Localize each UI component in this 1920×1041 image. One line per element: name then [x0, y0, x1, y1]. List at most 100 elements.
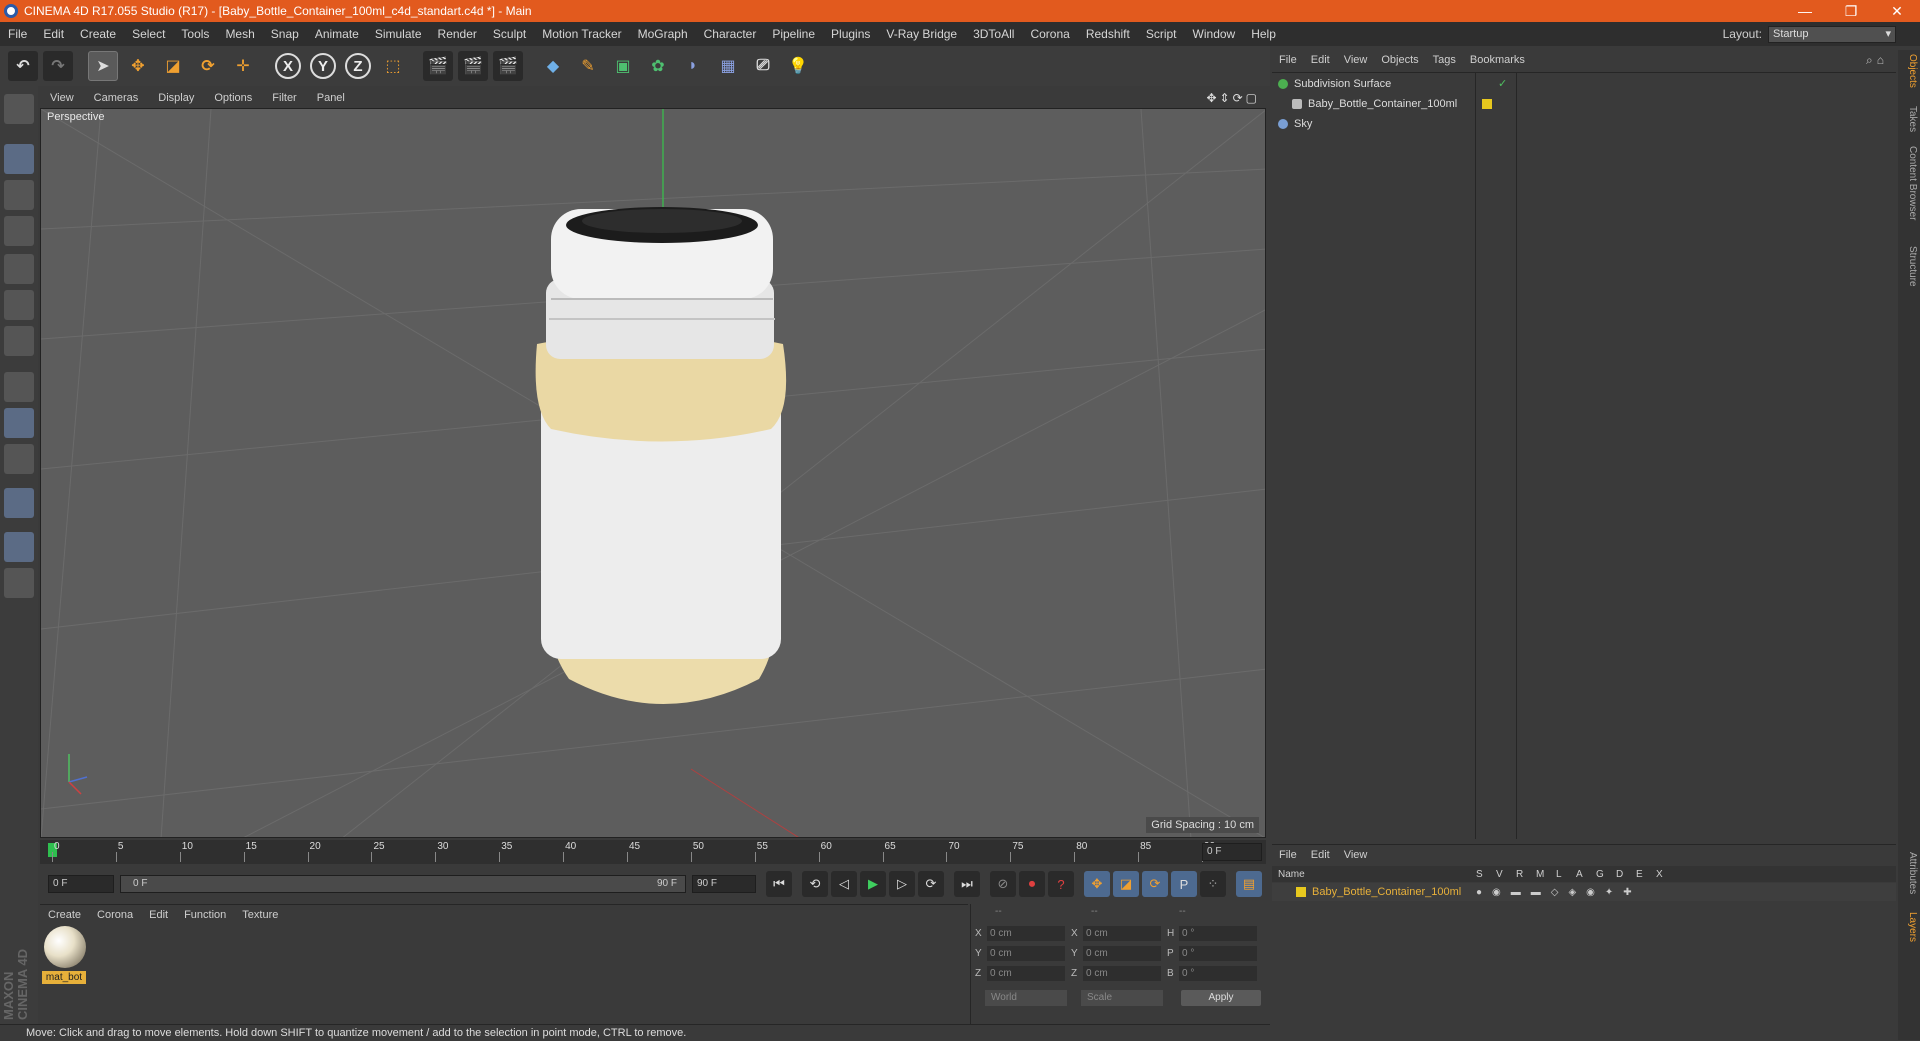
menu-simulate[interactable]: Simulate [367, 27, 430, 41]
apply-button[interactable]: Apply [1181, 990, 1261, 1006]
tab-structure[interactable]: Structure [1900, 246, 1918, 287]
objects-menu-view[interactable]: View [1337, 54, 1375, 66]
current-frame-field[interactable]: 0 F [1202, 843, 1262, 861]
size-z-field[interactable]: 0 cm [1083, 966, 1161, 981]
position-x-field[interactable]: 0 cm [987, 926, 1065, 941]
previous-frame-icon[interactable]: ◁ [831, 871, 857, 897]
render-picture-viewer-icon[interactable]: 🎬 [458, 51, 488, 81]
texture-mode-icon[interactable] [4, 180, 34, 210]
frame-range-slider[interactable]: 0 F 90 F [120, 875, 686, 893]
menu-vray-bridge[interactable]: V-Ray Bridge [878, 27, 965, 41]
rotation-p-field[interactable]: 0 ° [1179, 946, 1257, 961]
layer-row[interactable]: Baby_Bottle_Container_100ml ●◉▬▬◇◈◉✦✚ [1272, 883, 1896, 901]
deformer-icon[interactable]: ◗ [678, 51, 708, 81]
objects-menu-objects[interactable]: Objects [1374, 54, 1425, 66]
floor-environment-icon[interactable]: ▦ [713, 51, 743, 81]
material-menu-create[interactable]: Create [40, 909, 89, 921]
viewport-menu-panel[interactable]: Panel [307, 92, 355, 104]
size-y-field[interactable]: 0 cm [1083, 946, 1161, 961]
menu-3dtoall[interactable]: 3DToAll [965, 27, 1022, 41]
menu-mograph[interactable]: MoGraph [630, 27, 696, 41]
undo-button[interactable]: ↶ [8, 51, 38, 81]
keyframe-selection-icon[interactable]: ? [1048, 871, 1074, 897]
viewport-menu-cameras[interactable]: Cameras [84, 92, 149, 104]
menu-plugins[interactable]: Plugins [823, 27, 878, 41]
select-tool-icon[interactable]: ➤ [88, 51, 118, 81]
key-rotation-icon[interactable]: ⟳ [1142, 871, 1168, 897]
layout-select[interactable]: Startup [1768, 25, 1896, 43]
coordinate-space-select[interactable]: World [985, 990, 1067, 1006]
viewport-navigation-icons[interactable]: ✥⇕⟳▢ [1206, 91, 1266, 105]
end-frame-field[interactable]: 90 F [692, 875, 756, 893]
light-icon[interactable]: 💡 [783, 51, 813, 81]
material-menu-function[interactable]: Function [176, 909, 234, 921]
layers-menu-view[interactable]: View [1337, 849, 1375, 861]
menu-snap[interactable]: Snap [263, 27, 307, 41]
objects-menu-edit[interactable]: Edit [1304, 54, 1337, 66]
size-x-field[interactable]: 0 cm [1083, 926, 1161, 941]
camera-icon[interactable]: ⎚ [748, 51, 778, 81]
layers-menu-file[interactable]: File [1272, 849, 1304, 861]
rotate-tool-icon[interactable]: ⟳ [193, 51, 223, 81]
go-to-start-icon[interactable]: ⏮ [766, 871, 792, 897]
workplane-mode-icon[interactable] [4, 216, 34, 246]
render-settings-icon[interactable]: 🎬 [493, 51, 523, 81]
tab-attributes[interactable]: Attributes [1900, 852, 1918, 894]
planar-workplane-icon[interactable] [4, 568, 34, 598]
menu-edit[interactable]: Edit [35, 27, 72, 41]
menu-window[interactable]: Window [1185, 27, 1244, 41]
last-tool-icon[interactable]: ✛ [228, 51, 258, 81]
key-pla-icon[interactable]: ⁘ [1200, 871, 1226, 897]
key-scale-icon[interactable]: ◪ [1113, 871, 1139, 897]
object-manager-search-icon[interactable]: ⌕⌂ [1866, 53, 1896, 68]
previous-key-icon[interactable]: ⟲ [802, 871, 828, 897]
close-button[interactable]: ✕ [1874, 3, 1920, 20]
menu-tools[interactable]: Tools [173, 27, 217, 41]
material-swatch[interactable] [44, 926, 86, 968]
material-name[interactable]: mat_bot [42, 971, 86, 984]
start-frame-field[interactable]: 0 F [48, 875, 114, 893]
render-view-icon[interactable]: 🎬 [423, 51, 453, 81]
x-axis-lock-button[interactable]: X [273, 51, 303, 81]
redo-button[interactable]: ↷ [43, 51, 73, 81]
menu-render[interactable]: Render [430, 27, 485, 41]
solo-mode-icon[interactable] [4, 444, 34, 474]
timeline-window-icon[interactable]: ▤ [1236, 871, 1262, 897]
viewport-menu-view[interactable]: View [40, 92, 84, 104]
polygons-mode-icon[interactable] [4, 326, 34, 356]
object-name[interactable]: Sky [1294, 118, 1312, 130]
move-tool-icon[interactable]: ✥ [123, 51, 153, 81]
menu-character[interactable]: Character [696, 27, 765, 41]
viewport-menu-options[interactable]: Options [204, 92, 262, 104]
object-row[interactable]: Sky [1278, 115, 1312, 133]
menu-corona[interactable]: Corona [1022, 27, 1077, 41]
size-mode-select[interactable]: Scale [1081, 990, 1163, 1006]
objects-menu-file[interactable]: File [1272, 54, 1304, 66]
layer-flag-icons[interactable]: ●◉▬▬◇◈◉✦✚ [1476, 887, 1642, 898]
rotation-h-field[interactable]: 0 ° [1179, 926, 1257, 941]
key-parameter-icon[interactable]: P [1171, 871, 1197, 897]
rotation-b-field[interactable]: 0 ° [1179, 966, 1257, 981]
material-menu-texture[interactable]: Texture [234, 909, 286, 921]
tab-objects[interactable]: Objects [1900, 54, 1918, 88]
menu-file[interactable]: File [0, 27, 35, 41]
menu-select[interactable]: Select [124, 27, 173, 41]
subdivision-generator-icon[interactable]: ▣ [608, 51, 638, 81]
material-menu-corona[interactable]: Corona [89, 909, 141, 921]
material-menu-edit[interactable]: Edit [141, 909, 176, 921]
tab-layers[interactable]: Layers [1900, 912, 1918, 942]
menu-help[interactable]: Help [1243, 27, 1284, 41]
mograph-cloner-icon[interactable]: ✿ [643, 51, 673, 81]
position-y-field[interactable]: 0 cm [987, 946, 1065, 961]
cube-object-icon[interactable]: ◆ [538, 51, 568, 81]
tab-takes[interactable]: Takes [1900, 106, 1918, 132]
objects-menu-bookmarks[interactable]: Bookmarks [1463, 54, 1532, 66]
menu-motion-tracker[interactable]: Motion Tracker [534, 27, 629, 41]
menu-script[interactable]: Script [1138, 27, 1185, 41]
enabled-check-icon[interactable]: ✓ [1498, 77, 1507, 90]
go-to-end-icon[interactable]: ⏭ [954, 871, 980, 897]
menu-sculpt[interactable]: Sculpt [485, 27, 534, 41]
y-axis-lock-button[interactable]: Y [308, 51, 338, 81]
layers-menu-edit[interactable]: Edit [1304, 849, 1337, 861]
object-name[interactable]: Subdivision Surface [1294, 78, 1391, 90]
